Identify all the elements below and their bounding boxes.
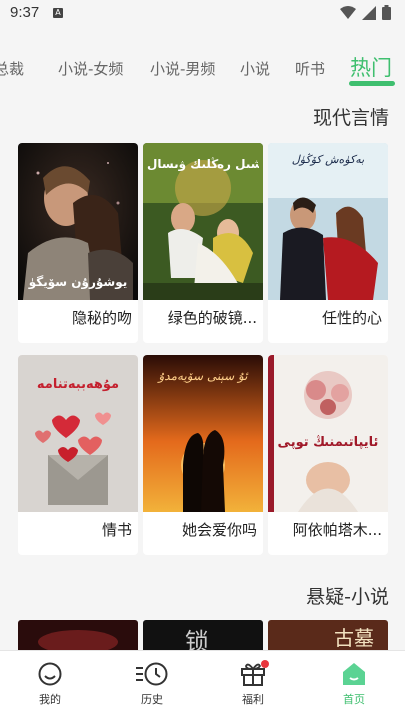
nav-label: 福利 xyxy=(242,693,264,706)
nav-profile[interactable]: 我的 xyxy=(20,661,80,707)
nav-label: 首页 xyxy=(343,693,365,706)
tab-audiobook[interactable]: 听书 xyxy=(295,58,325,79)
cover-title-text: مۇھەببەتنامە xyxy=(36,377,120,392)
book-card[interactable]: يېشىل رەڭلىك ۋىسال 绿色的破镜... xyxy=(143,143,263,343)
book-cover xyxy=(268,355,388,512)
book-title: 情书 xyxy=(101,521,132,539)
book-title: 隐秘的吻 xyxy=(71,309,132,327)
cover-title-text: ئايپاتىمنىڭ توپى xyxy=(277,435,379,450)
tab-novel[interactable]: 小说 xyxy=(240,58,270,79)
active-tab-indicator xyxy=(349,81,395,86)
book-card[interactable]: ئۇ سېنى سۆيەمدۇ 她会爱你吗 xyxy=(143,355,263,555)
book-cover xyxy=(18,620,138,650)
profile-icon xyxy=(38,662,62,686)
cover-title-text: ئۇ سېنى سۆيەمدۇ xyxy=(158,369,248,383)
book-title: 她会爱你吗 xyxy=(181,521,257,539)
nav-home[interactable]: 首页 xyxy=(324,661,384,707)
status-indicators xyxy=(340,5,391,20)
nav-label: 我的 xyxy=(39,693,61,706)
cover-title-text: يوشۇرۇن سۆيگۈ xyxy=(28,275,128,289)
book-card[interactable] xyxy=(18,620,138,650)
nav-welfare[interactable]: 福利 xyxy=(223,660,283,707)
book-title: 绿色的破镜... xyxy=(167,309,257,327)
cover-title-text: 古墓 xyxy=(334,626,374,650)
battery-icon xyxy=(382,5,391,20)
book-card[interactable]: يوشۇرۇن سۆيگۈ 隐秘的吻 xyxy=(18,143,138,343)
tab-novel-female[interactable]: 小说-女频 xyxy=(58,58,123,79)
notification-icon: A xyxy=(53,8,63,18)
book-card[interactable]: 古墓 xyxy=(268,620,388,650)
status-bar: 9:37 A xyxy=(0,0,405,28)
section-title: 现代言情 xyxy=(312,107,389,129)
tab-zongcai[interactable]: 总裁 xyxy=(0,58,24,79)
book-card[interactable]: 锁 xyxy=(143,620,263,650)
section-title: 悬疑-小说 xyxy=(306,586,389,608)
cover-title-text: بەكۈەش كۆڭۈل xyxy=(291,153,365,166)
signal-icon xyxy=(362,5,376,20)
cover-title-text: يېشىل رەڭلىك ۋىسال xyxy=(147,157,259,171)
bottom-nav: 我的 历史 福利 首页 xyxy=(0,650,405,721)
book-title: 任性的心 xyxy=(321,309,382,327)
book-card[interactable]: بەكۈەش كۆڭۈل 任性的心 xyxy=(268,143,388,343)
category-tabs: 总裁 小说-女频 小说-男频 小说 听书 热门 xyxy=(0,46,405,88)
notification-badge xyxy=(261,660,269,668)
tab-novel-male[interactable]: 小说-男频 xyxy=(150,58,215,79)
wifi-icon xyxy=(340,5,356,19)
book-card[interactable]: ئايپاتىمنىڭ توپى 阿依帕塔木... xyxy=(268,355,388,555)
book-title: 阿依帕塔木... xyxy=(292,521,382,539)
status-time: 9:37 xyxy=(10,4,40,21)
book-cover xyxy=(268,143,388,300)
home-icon xyxy=(343,663,365,685)
history-icon xyxy=(136,662,168,686)
tab-popular[interactable]: 热门 xyxy=(350,52,392,82)
nav-label: 历史 xyxy=(141,693,163,706)
book-card[interactable]: مۇھەببەتنامە 情书 xyxy=(18,355,138,555)
cover-title-text: 锁 xyxy=(185,628,209,650)
nav-history[interactable]: 历史 xyxy=(122,661,182,707)
